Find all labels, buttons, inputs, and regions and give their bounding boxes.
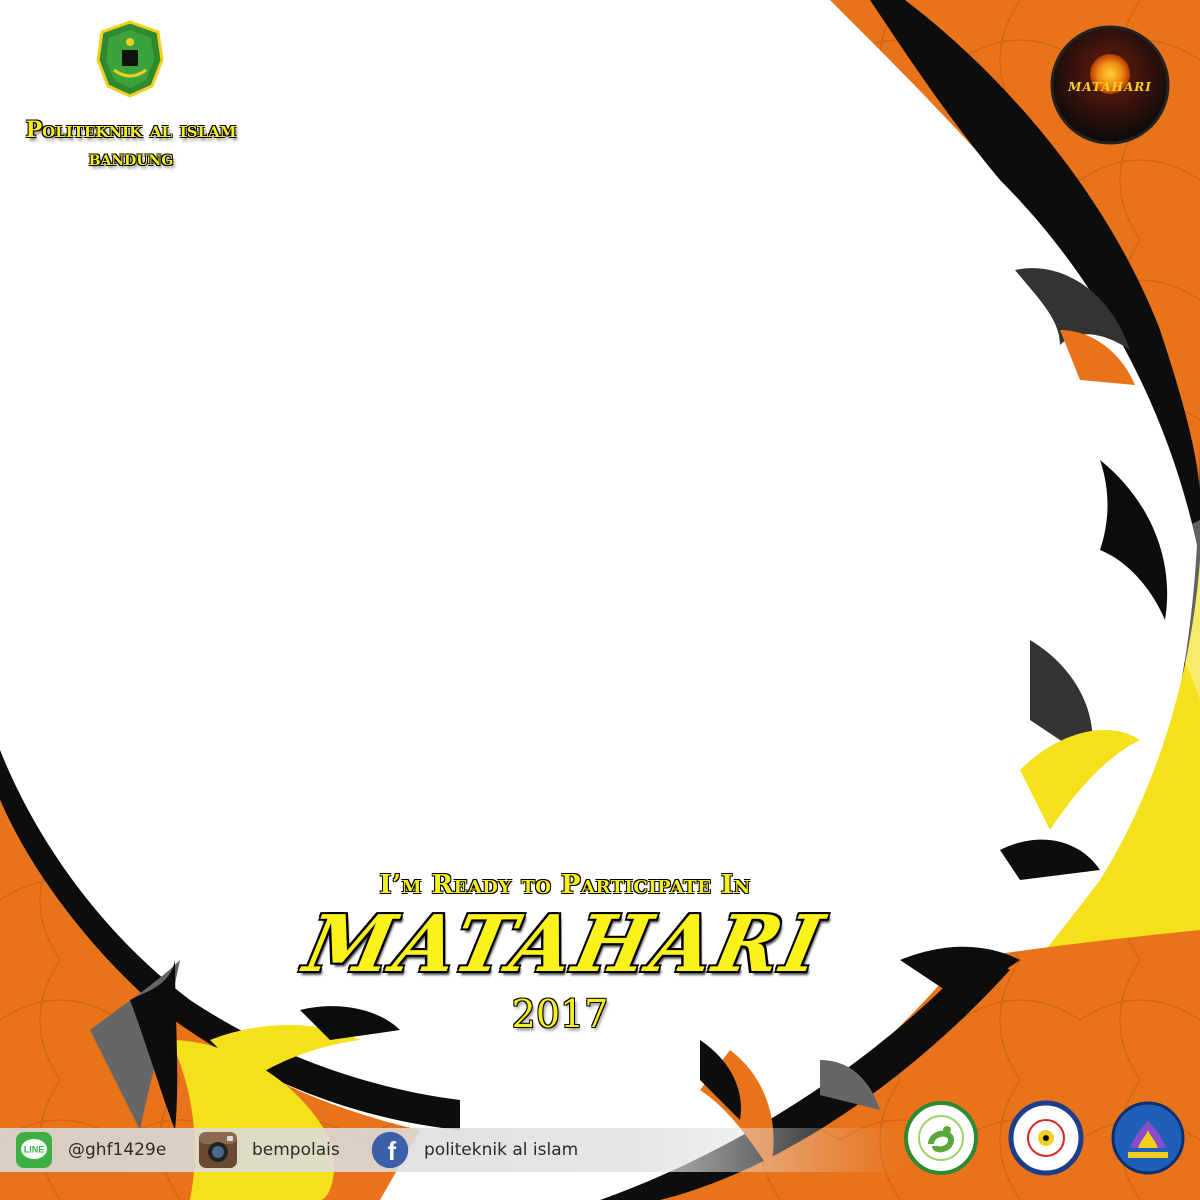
black-feather-3 [700, 1040, 741, 1120]
instagram-handle: bempolais [252, 1140, 340, 1160]
facebook-contact[interactable]: f politeknik al islam [370, 1130, 578, 1170]
line-contact[interactable]: LINE @ghf1429e [14, 1130, 166, 1170]
event-year: 2017 [511, 992, 609, 1036]
leaf-right-5 [1020, 730, 1140, 830]
himatera-logo-icon [904, 1101, 978, 1175]
campus-crest-icon [96, 20, 164, 98]
himaars-logo-icon [1111, 1101, 1185, 1175]
event-title: MATAHARI [297, 899, 833, 990]
campus-name-line2: bandung [88, 146, 174, 170]
radiology-logo-icon [1008, 1100, 1084, 1176]
campus-name-line1: Politeknik al islam [25, 117, 237, 143]
line-icon-label: LINE [24, 1145, 45, 1155]
facebook-icon-glyph: f [388, 1138, 397, 1166]
campus-name: Politeknik al islam bandung [0, 116, 262, 172]
twibbon-frame: Politeknik al islam bandung MATAHARI I’m… [0, 0, 1200, 1200]
instagram-contact[interactable]: bempolais [198, 1130, 340, 1170]
facebook-page: politeknik al islam [424, 1140, 579, 1160]
leaf-right-6 [1000, 839, 1100, 880]
facebook-icon: f [370, 1130, 410, 1170]
event-logo-text: MATAHARI [1068, 80, 1152, 94]
instagram-icon [198, 1130, 238, 1170]
ready-tagline: I’m Ready to Participate In [379, 870, 751, 900]
leaf-right-3 [1100, 460, 1168, 620]
line-icon: LINE [14, 1130, 54, 1170]
line-id: @ghf1429e [68, 1140, 167, 1160]
